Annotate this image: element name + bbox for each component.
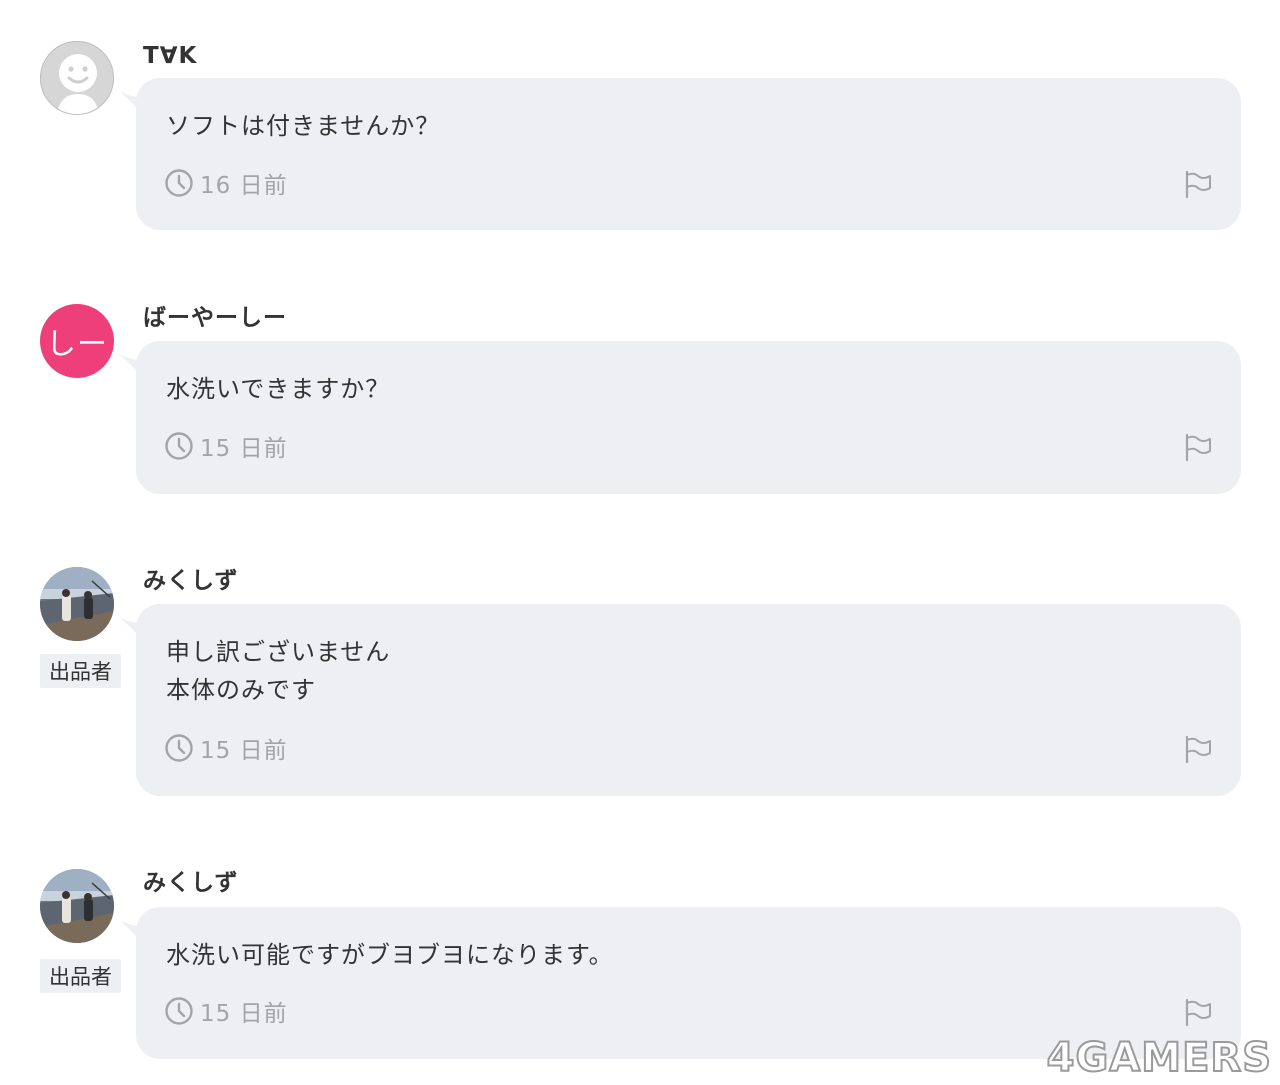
clock-icon <box>165 169 193 197</box>
comment-message: 水洗いできますか？ <box>166 375 391 403</box>
comment-message: ソフトは付きませんか？ <box>166 112 441 140</box>
comment-message: 水洗い可能ですがブヨブヨになります。 <box>166 941 614 969</box>
comment-bubble: 申し訳ございません 本体のみです 15 日前 <box>120 604 1241 796</box>
seller-badge: 出品者 <box>40 959 121 993</box>
watermark-logo: 4GAMERS <box>1046 1034 1272 1082</box>
clock-icon <box>165 997 193 1025</box>
seller-badge: 出品者 <box>40 654 121 688</box>
comment-meta: 16 日前 <box>164 166 288 200</box>
comment-thread: T∀K ソフトは付きませんか？ 16 日前 しー ばーやーしー 水洗いできますか… <box>0 0 1280 1085</box>
comment-item: 出品者 みくしず 申し訳ございません 本体のみです 15 日前 <box>0 567 1280 797</box>
comment-timestamp: 16 日前 <box>200 173 288 199</box>
flag-icon[interactable] <box>1183 734 1213 764</box>
comment-username[interactable]: みくしず <box>143 567 239 595</box>
bubble-tail <box>120 618 142 640</box>
flag-icon[interactable] <box>1183 169 1213 199</box>
comment-meta: 15 日前 <box>164 731 288 765</box>
comment-timestamp: 15 日前 <box>200 738 288 764</box>
comment-bubble: 水洗いできますか？ 15 日前 <box>120 341 1241 494</box>
comment-bubble: ソフトは付きませんか？ 16 日前 <box>120 78 1241 230</box>
default-user-avatar[interactable] <box>40 41 114 115</box>
comment-meta: 15 日前 <box>164 429 288 463</box>
comment-meta: 15 日前 <box>164 994 288 1028</box>
initials-avatar[interactable]: しー <box>40 304 114 378</box>
user-photo-avatar[interactable] <box>40 869 114 943</box>
clock-icon <box>165 432 193 460</box>
comment-item: T∀K ソフトは付きませんか？ 16 日前 <box>0 41 1280 231</box>
comment-item: しー ばーやーしー 水洗いできますか？ 15 日前 <box>0 304 1280 494</box>
flag-icon[interactable] <box>1183 997 1213 1027</box>
comment-username[interactable]: ばーやーしー <box>143 304 287 332</box>
comment-message: 申し訳ございません 本体のみです <box>166 638 391 704</box>
user-photo-image <box>40 869 114 943</box>
user-photo-image <box>40 567 114 641</box>
flag-icon[interactable] <box>1183 432 1213 462</box>
comment-username[interactable]: みくしず <box>143 869 239 897</box>
comment-item: 出品者 みくしず 水洗い可能ですがブヨブヨになります。 15 日前 <box>0 869 1280 1061</box>
comment-timestamp: 15 日前 <box>200 1001 288 1027</box>
user-photo-avatar[interactable] <box>40 567 114 641</box>
bubble-tail <box>120 355 142 377</box>
clock-icon <box>165 734 193 762</box>
smiley-face-icon <box>57 54 99 114</box>
bubble-tail <box>120 921 142 943</box>
comment-username[interactable]: T∀K <box>143 42 197 70</box>
bubble-tail <box>120 92 142 114</box>
avatar-initials: しー <box>46 327 108 362</box>
comment-timestamp: 15 日前 <box>200 436 288 462</box>
